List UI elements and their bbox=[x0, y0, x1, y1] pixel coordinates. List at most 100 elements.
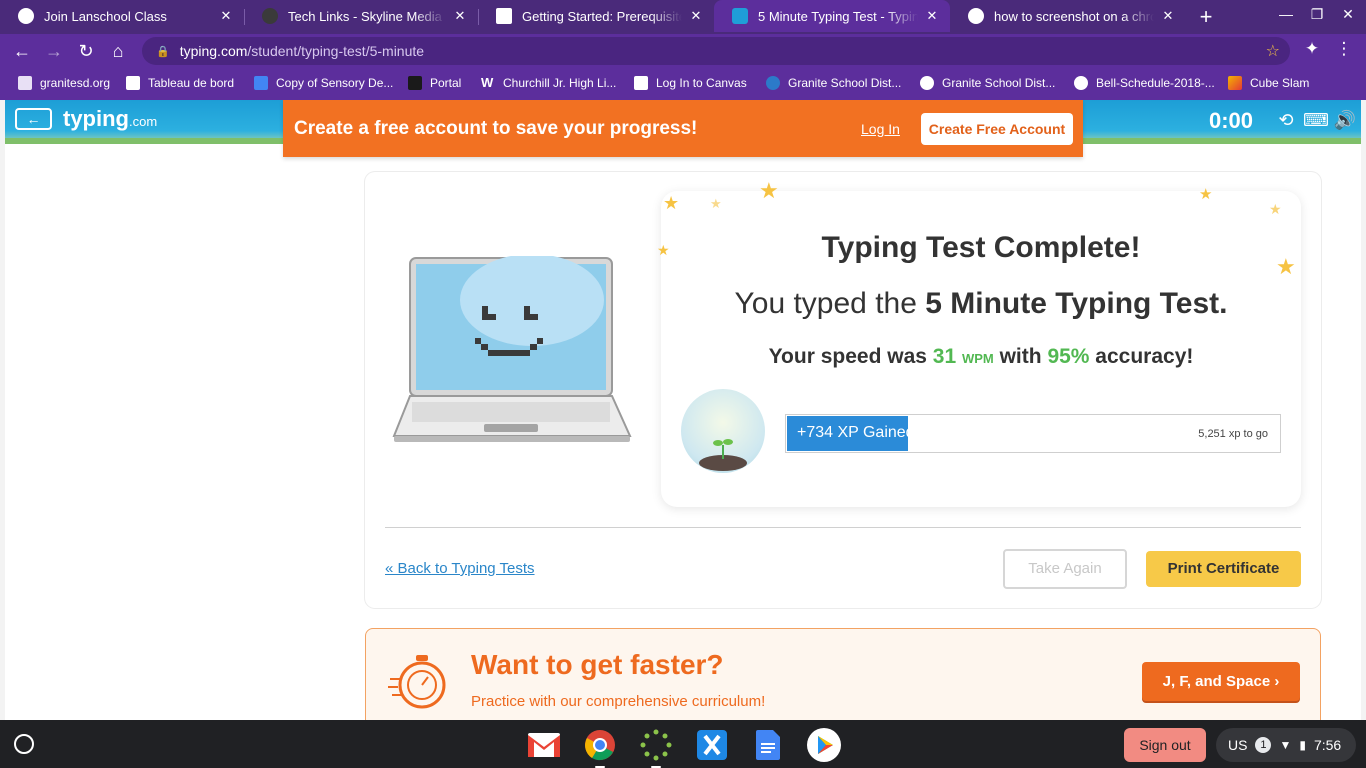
star-icon: ★ bbox=[759, 178, 779, 203]
faster-title: Want to get faster? bbox=[471, 649, 724, 680]
sprout-icon bbox=[699, 439, 747, 471]
bookmark-label: Portal bbox=[430, 76, 462, 90]
docs-icon[interactable] bbox=[751, 728, 785, 762]
bookmark-granite-1[interactable]: Granite School Dist... bbox=[766, 76, 901, 90]
get-faster-panel: Want to get faster? Practice with our co… bbox=[365, 628, 1321, 720]
locale-indicator: US bbox=[1228, 737, 1248, 753]
battery-icon: ▮ bbox=[1299, 738, 1306, 752]
tab-screenshot-search[interactable]: how to screenshot on a chrome ✕ bbox=[950, 0, 1186, 32]
star-icon: ★ bbox=[1276, 254, 1296, 279]
tab-getting-started[interactable]: Getting Started: Prerequisites ✕ bbox=[478, 0, 714, 32]
close-window-icon[interactable]: ✕ bbox=[1337, 6, 1359, 23]
back-arrow-icon[interactable]: ← bbox=[10, 39, 34, 63]
sprout-avatar bbox=[681, 389, 765, 473]
result-bubble: Typing Test Complete! You typed the 5 Mi… bbox=[661, 191, 1301, 507]
accuracy-value: 95% bbox=[1047, 345, 1090, 368]
bookmark-sensory[interactable]: Copy of Sensory De... bbox=[254, 76, 393, 90]
bookmarks-bar: granitesd.org Tableau de bord Copy of Se… bbox=[0, 68, 1366, 100]
bookmark-label: Churchill Jr. High Li... bbox=[503, 76, 617, 90]
menu-icon[interactable]: ⋮ bbox=[1332, 39, 1356, 59]
jf-space-lesson-button[interactable]: J, F, and Space › bbox=[1142, 662, 1300, 701]
close-tab-icon[interactable]: ✕ bbox=[218, 8, 234, 24]
wpm-value: 31 bbox=[932, 345, 957, 368]
section-divider bbox=[385, 527, 1301, 528]
bookmark-label: Copy of Sensory De... bbox=[276, 76, 394, 90]
clock: 7:56 bbox=[1313, 737, 1342, 753]
globe-icon bbox=[1074, 76, 1088, 90]
close-tab-icon[interactable]: ✕ bbox=[452, 8, 468, 24]
bookmark-canvas[interactable]: Log In to Canvas bbox=[634, 76, 747, 90]
keyboard-off-icon[interactable]: ⌨ bbox=[1303, 110, 1329, 131]
lock-icon: 🔒 bbox=[156, 45, 170, 58]
tab-join-lanschool[interactable]: Join Lanschool Class ✕ bbox=[0, 0, 244, 32]
promo-message: Create a free account to save your progr… bbox=[294, 118, 698, 139]
typing-logo[interactable]: typing.com bbox=[63, 106, 157, 132]
result-speed: Your speed was 31 WPM with 95% accuracy! bbox=[768, 345, 1194, 368]
chrome-icon[interactable] bbox=[583, 728, 617, 768]
bookmark-star-icon[interactable]: ☆ bbox=[1266, 41, 1280, 61]
tab-title: Getting Started: Prerequisites bbox=[522, 8, 682, 24]
star-icon: ★ bbox=[1269, 201, 1282, 217]
site-back-button[interactable]: ← bbox=[15, 108, 52, 130]
volume-icon[interactable]: 🔊 bbox=[1333, 110, 1357, 131]
forward-arrow-icon[interactable]: → bbox=[42, 39, 66, 63]
canvas-icon bbox=[126, 76, 140, 90]
bookmark-tableau[interactable]: Tableau de bord bbox=[126, 76, 234, 90]
reload-icon[interactable]: ↻ bbox=[74, 39, 98, 63]
cube-slam-icon bbox=[1228, 76, 1242, 90]
browser-toolbar: ← → ↻ ⌂ 🔒 typing.com/student/typing-test… bbox=[0, 34, 1366, 68]
launcher-icon[interactable] bbox=[14, 734, 34, 754]
bookmark-portal[interactable]: Portal bbox=[408, 76, 461, 90]
restore-icon[interactable]: ❐ bbox=[1306, 6, 1328, 23]
tab-strip: Join Lanschool Class ✕ Tech Links - Skyl… bbox=[0, 0, 1366, 34]
close-tab-icon[interactable]: ✕ bbox=[924, 8, 940, 24]
tab-typing-test[interactable]: 5 Minute Typing Test - Typing.co ✕ bbox=[714, 0, 950, 32]
tab-title: how to screenshot on a chrome bbox=[994, 8, 1154, 24]
bookmark-label: Granite School Dist... bbox=[788, 76, 902, 90]
bookmark-label: Cube Slam bbox=[1250, 76, 1310, 90]
extensions-icon[interactable]: ✦ bbox=[1300, 39, 1324, 59]
login-link[interactable]: Log In bbox=[861, 121, 900, 137]
esd-icon bbox=[408, 76, 422, 90]
address-bar[interactable]: 🔒 typing.com/student/typing-test/5-minut… bbox=[142, 37, 1290, 65]
site-icon bbox=[262, 8, 278, 24]
bookmark-label: Log In to Canvas bbox=[656, 76, 747, 90]
account-promo-banner: Create a free account to save your progr… bbox=[283, 100, 1083, 157]
test-timer: 0:00 bbox=[1209, 108, 1254, 133]
bookmark-label: granitesd.org bbox=[40, 76, 111, 90]
sign-out-button[interactable]: Sign out bbox=[1124, 728, 1206, 762]
create-account-button[interactable]: Create Free Account bbox=[921, 113, 1073, 145]
bookmark-granite-2[interactable]: Granite School Dist... bbox=[920, 76, 1055, 90]
lanschool-icon[interactable] bbox=[639, 728, 673, 768]
take-again-button[interactable]: Take Again bbox=[1003, 549, 1127, 589]
history-icon[interactable]: ⟲ bbox=[1274, 110, 1298, 131]
typing-favicon-icon bbox=[732, 8, 748, 24]
bookmark-churchill[interactable]: W Churchill Jr. High Li... bbox=[481, 76, 617, 91]
tab-title: Join Lanschool Class bbox=[44, 8, 167, 24]
new-tab-icon[interactable]: + bbox=[1196, 4, 1216, 30]
wifi-icon: ▼ bbox=[1279, 738, 1292, 752]
print-certificate-button[interactable]: Print Certificate bbox=[1146, 551, 1301, 587]
bookmark-cube-slam[interactable]: Cube Slam bbox=[1228, 76, 1309, 90]
gmail-icon[interactable] bbox=[527, 728, 561, 762]
home-icon[interactable]: ⌂ bbox=[106, 39, 130, 63]
star-icon: ★ bbox=[663, 193, 680, 213]
play-store-icon[interactable] bbox=[807, 728, 841, 762]
stopwatch-icon bbox=[388, 655, 446, 709]
bookmark-label: Bell-Schedule-2018-... bbox=[1096, 76, 1215, 90]
globe-icon bbox=[18, 8, 34, 24]
tab-tech-links[interactable]: Tech Links - Skyline Media Cente ✕ bbox=[244, 0, 478, 32]
wpm-unit: WPM bbox=[961, 351, 994, 366]
bookmark-bell-schedule[interactable]: Bell-Schedule-2018-... bbox=[1074, 76, 1215, 90]
x-app-icon[interactable] bbox=[695, 728, 729, 762]
bookmark-granitesd[interactable]: granitesd.org bbox=[18, 76, 110, 90]
minimize-icon[interactable]: — bbox=[1275, 6, 1297, 22]
xp-gained-label: +734 XP Gained bbox=[797, 424, 909, 441]
globe-icon bbox=[920, 76, 934, 90]
close-tab-icon[interactable]: ✕ bbox=[1160, 8, 1176, 24]
status-tray[interactable]: US 1 ▼ ▮ 7:56 bbox=[1216, 728, 1356, 762]
close-tab-icon[interactable]: ✕ bbox=[688, 8, 704, 24]
back-to-typing-tests-link[interactable]: « Back to Typing Tests bbox=[385, 560, 535, 577]
notification-count: 1 bbox=[1255, 737, 1272, 753]
result-subtitle: You typed the 5 Minute Typing Test. bbox=[734, 287, 1228, 320]
